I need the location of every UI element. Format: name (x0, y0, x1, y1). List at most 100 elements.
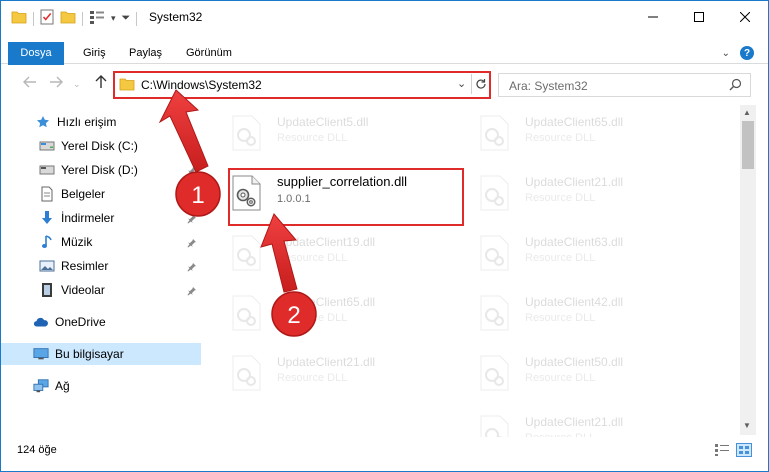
address-path[interactable]: C:\Windows\System32 (119, 76, 462, 94)
dll-file-icon (477, 235, 511, 271)
music-icon (39, 234, 55, 250)
address-dropdown-icon[interactable]: ⌄ (457, 77, 466, 90)
minimize-button[interactable] (630, 1, 676, 32)
list-item[interactable]: UpdateClient5.dll Resource DLL (205, 105, 440, 153)
pin-icon[interactable] (187, 189, 197, 203)
help-icon[interactable]: ? (740, 46, 754, 60)
file-name: UpdateClient42.dll (525, 295, 624, 309)
address-bar[interactable]: C:\Windows\System32 ⌄ (113, 71, 491, 99)
tab-file[interactable]: Dosya (8, 42, 64, 65)
file-name: UpdateClient63.dll (525, 235, 624, 249)
pin-icon[interactable] (187, 213, 197, 227)
window-title: System32 (149, 10, 203, 24)
drive-icon (39, 162, 55, 178)
tab-home[interactable]: Giriş (71, 43, 118, 65)
sidebar-item-documents[interactable]: Belgeler (1, 183, 201, 205)
status-bar: 124 öğe (1, 437, 768, 471)
list-item[interactable]: UpdateClient65.dll Resource DLL (453, 105, 688, 153)
sidebar-item-label: Ağ (55, 379, 70, 393)
pin-icon[interactable] (187, 237, 197, 251)
properties-icon[interactable] (40, 9, 54, 28)
close-button[interactable] (722, 1, 768, 32)
dll-file-icon (477, 175, 511, 211)
sidebar-item-local-disk-c[interactable]: Yerel Disk (C:) (1, 135, 201, 157)
sidebar-item-music[interactable]: Müzik (1, 231, 201, 253)
highlight-box (228, 168, 464, 226)
back-button[interactable] (23, 75, 37, 91)
computer-icon (33, 346, 49, 362)
sidebar-item-label: OneDrive (55, 315, 106, 329)
scroll-down-icon[interactable]: ▼ (743, 421, 751, 430)
file-description: Resource DLL (277, 132, 348, 144)
pin-icon[interactable] (187, 285, 197, 299)
file-name: UpdateClient65.dll (277, 295, 376, 309)
customize-qat-icon[interactable]: ⏷ (122, 12, 131, 25)
search-box[interactable]: Ara: System32 (498, 73, 751, 97)
expand-ribbon-icon[interactable]: ⌄ (722, 48, 730, 59)
dropdown-icon[interactable]: ▾ (111, 13, 116, 24)
list-item[interactable]: UpdateClient21.dll Resource DLL (205, 345, 440, 393)
sidebar-item-downloads[interactable]: İndirmeler (1, 207, 201, 229)
sidebar-item-label: Bu bilgisayar (55, 347, 124, 361)
video-icon (39, 282, 55, 298)
file-description: Resource DLL (277, 252, 348, 264)
sidebar-item-quick-access[interactable]: Hızlı erişim (1, 111, 201, 133)
file-description: Resource DLL (277, 372, 348, 384)
pin-icon[interactable] (187, 165, 197, 179)
sidebar-item-network[interactable]: Ağ (1, 375, 201, 397)
forward-button[interactable] (49, 75, 63, 91)
search-icon[interactable] (729, 78, 742, 94)
maximize-button[interactable] (676, 1, 722, 32)
tab-share[interactable]: Paylaş (117, 43, 174, 65)
sidebar-item-local-disk-d[interactable]: Yerel Disk (D:) (1, 159, 201, 181)
view-options-icon[interactable] (89, 10, 105, 27)
pin-icon[interactable] (187, 141, 197, 155)
navigation-bar: ⌄ C:\Windows\System32 ⌄ Ara: System32 (1, 65, 768, 105)
dll-file-icon (229, 235, 263, 271)
file-name: UpdateClient19.dll (277, 235, 376, 249)
list-item[interactable]: UpdateClient19.dll Resource DLL (205, 225, 440, 273)
star-icon (35, 114, 51, 130)
refresh-button[interactable] (471, 74, 489, 94)
sidebar-item-this-pc[interactable]: Bu bilgisayar (1, 343, 201, 365)
item-count: 124 öğe (17, 444, 57, 456)
file-description: Resource DLL (525, 132, 596, 144)
cloud-icon (33, 314, 49, 330)
window-controls (630, 1, 768, 32)
list-item[interactable]: UpdateClient21.dll Resource DLL (453, 165, 688, 213)
ribbon-tabs: Dosya Giriş Paylaş Görünüm ⌄ ? (1, 32, 768, 65)
scroll-thumb[interactable] (742, 121, 754, 169)
drive-icon (39, 138, 55, 154)
scroll-up-icon[interactable]: ▲ (743, 108, 751, 117)
sidebar-item-onedrive[interactable]: OneDrive (1, 311, 201, 333)
dll-file-icon (477, 115, 511, 151)
vertical-scrollbar[interactable]: ▲ ▼ (740, 105, 756, 435)
new-folder-icon[interactable] (60, 10, 76, 27)
list-item[interactable]: UpdateClient50.dll Resource DLL (453, 345, 688, 393)
up-button[interactable] (95, 75, 107, 92)
sidebar-item-label: Yerel Disk (D:) (61, 163, 138, 177)
list-item[interactable]: UpdateClient42.dll Resource DLL (453, 285, 688, 333)
folder-icon (11, 10, 27, 27)
list-item[interactable]: UpdateClient63.dll Resource DLL (453, 225, 688, 273)
pin-icon[interactable] (187, 261, 197, 275)
sidebar-item-label: Müzik (61, 235, 93, 249)
tab-view[interactable]: Görünüm (174, 43, 244, 65)
address-path-text: C:\Windows\System32 (141, 78, 262, 92)
sidebar-item-label: Yerel Disk (C:) (61, 139, 138, 153)
file-list: UpdateClient5.dll Resource DLL UpdateCli… (205, 105, 738, 451)
network-icon (33, 378, 49, 394)
large-icons-view-icon[interactable] (736, 443, 752, 460)
file-description: Resource DLL (277, 312, 348, 324)
file-name: UpdateClient5.dll (277, 115, 369, 129)
file-description: Resource DLL (525, 312, 596, 324)
explorer-window: ▾ ⏷ System32 Dosya Giriş Paylaş Görünüm … (0, 0, 769, 472)
sidebar-item-pictures[interactable]: Resimler (1, 255, 201, 277)
sidebar-item-videos[interactable]: Videolar (1, 279, 201, 301)
file-name: UpdateClient21.dll (277, 355, 376, 369)
sidebar-item-label: Belgeler (61, 187, 106, 201)
list-item[interactable]: UpdateClient65.dll Resource DLL (205, 285, 440, 333)
sidebar-item-label: Videolar (61, 283, 105, 297)
recent-locations-icon[interactable]: ⌄ (73, 79, 81, 90)
details-view-icon[interactable] (714, 443, 730, 460)
